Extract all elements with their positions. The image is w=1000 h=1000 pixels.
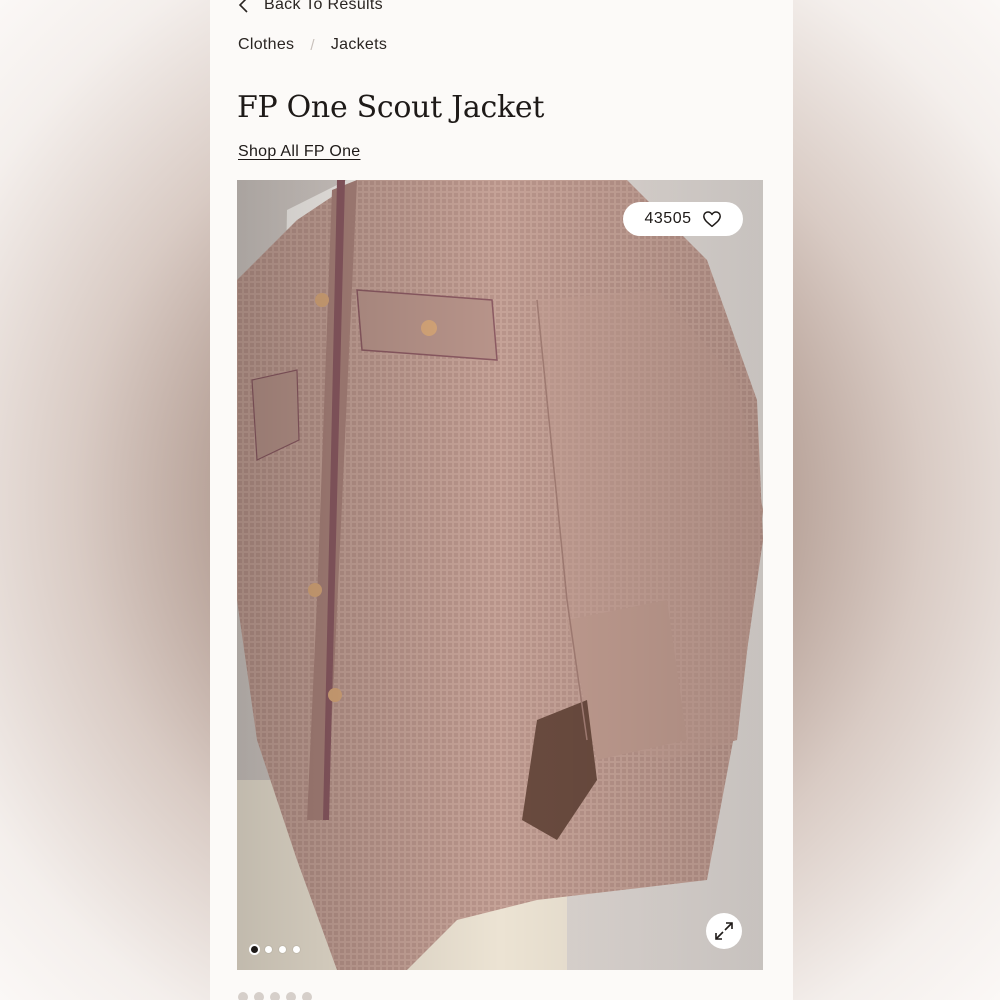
gallery-dot[interactable] (279, 946, 286, 953)
shop-all-brand-link[interactable]: Shop All FP One (238, 143, 361, 161)
rating-stars (238, 992, 312, 1000)
chevron-left-icon (238, 0, 248, 13)
favorite-button[interactable]: 43505 (623, 202, 743, 236)
star-icon (286, 992, 296, 1000)
star-icon (238, 992, 248, 1000)
expand-arrows-icon (715, 922, 733, 940)
star-icon (270, 992, 280, 1000)
expand-image-button[interactable] (706, 913, 742, 949)
breadcrumb-item-clothes[interactable]: Clothes (238, 36, 294, 54)
heart-outline-icon (702, 211, 721, 228)
gallery-pagination (251, 946, 300, 953)
gallery-dot[interactable] (293, 946, 300, 953)
product-photo (237, 180, 763, 970)
favorite-count: 43505 (644, 210, 692, 227)
product-title: FP One Scout Jacket (237, 90, 545, 125)
gallery-dot[interactable] (265, 946, 272, 953)
back-to-results-label: Back To Results (264, 0, 383, 13)
breadcrumb-separator: / (310, 36, 315, 54)
breadcrumb: Clothes / Jackets (238, 36, 387, 54)
breadcrumb-item-jackets[interactable]: Jackets (331, 36, 387, 54)
star-icon (302, 992, 312, 1000)
product-page: Back To Results Clothes / Jackets FP One… (210, 0, 793, 1000)
star-icon (254, 992, 264, 1000)
product-image-gallery[interactable]: 43505 (237, 180, 763, 970)
gallery-dot[interactable] (251, 946, 258, 953)
back-to-results-link[interactable]: Back To Results (238, 0, 383, 16)
